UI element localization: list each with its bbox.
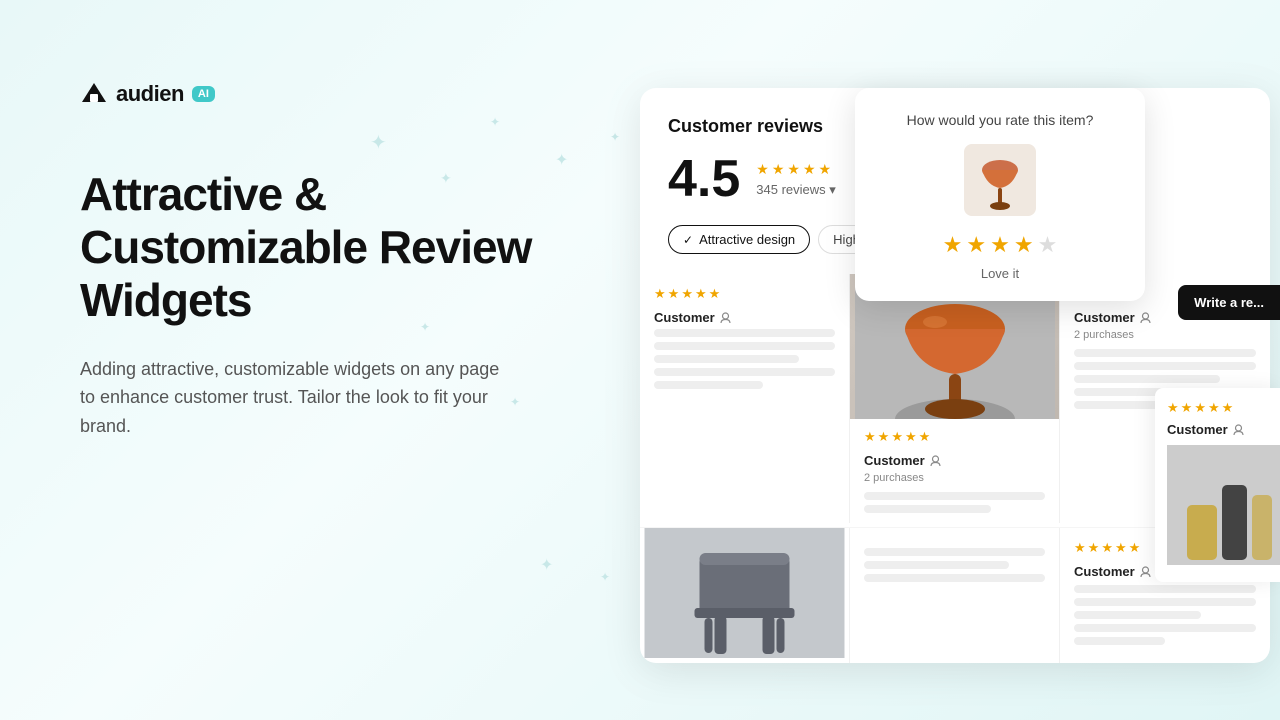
overflow-stars: ★ ★ ★ ★ ★: [1167, 400, 1268, 416]
widget-stars: ★ ★ ★ ★ ★: [756, 161, 836, 178]
verified-user-icon-6: [1139, 565, 1152, 578]
overflow-reviewer-name: Customer: [1167, 422, 1268, 437]
verified-user-icon: [719, 311, 732, 324]
review-2-content: ★ ★ ★ ★ ★ Customer 2 purchases: [850, 419, 1059, 523]
rating-big-number: 4.5: [668, 153, 740, 205]
review-2-sub: 2 purchases: [864, 472, 1045, 484]
hero-description: Adding attractive, customizable widgets …: [80, 355, 500, 441]
review-2-text: [864, 492, 1045, 513]
widget-star-5: ★: [819, 161, 832, 178]
review-2-stars: ★ ★ ★ ★ ★: [864, 429, 1045, 445]
review-1-stars: ★ ★ ★ ★ ★: [654, 286, 835, 302]
widget-star-1: ★: [756, 161, 769, 178]
logo: audien AI: [80, 80, 580, 108]
product-image-popup: [964, 144, 1036, 216]
review-2-name: Customer: [864, 453, 1045, 468]
star-1[interactable]: ★: [943, 232, 963, 258]
review-item-1: ★ ★ ★ ★ ★ Customer: [640, 274, 850, 523]
verified-user-icon-2: [929, 454, 942, 467]
rating-stars-popup[interactable]: ★ ★ ★ ★ ★: [875, 232, 1125, 258]
hero-title: Attractive & Customizable Review Widgets: [80, 168, 580, 327]
review-item-5: [850, 528, 1060, 663]
star-3[interactable]: ★: [990, 232, 1010, 258]
hero-section: audien AI Attractive & Customizable Revi…: [80, 80, 580, 441]
overflow-user-icon: [1232, 423, 1245, 436]
review-1-text: [654, 329, 835, 389]
logo-icon: [80, 80, 108, 108]
review-count[interactable]: 345 reviews ▾: [756, 182, 836, 198]
widget-star-3: ★: [787, 161, 800, 178]
star-2[interactable]: ★: [966, 232, 986, 258]
logo-text: audien: [116, 81, 184, 107]
widget-star-2: ★: [772, 161, 785, 178]
review-item-4: [640, 528, 850, 663]
rate-popup: How would you rate this item? ★ ★ ★ ★ ★ …: [855, 88, 1145, 301]
widget-star-4: ★: [803, 161, 816, 178]
lamp-illustration: [975, 148, 1025, 213]
filter-attractive[interactable]: Attractive design: [668, 225, 810, 254]
review-item-2: ★ ★ ★ ★ ★ Customer 2 purchases: [850, 274, 1060, 523]
rating-detail: ★ ★ ★ ★ ★ 345 reviews ▾: [756, 161, 836, 198]
star-4[interactable]: ★: [1014, 232, 1034, 258]
chair-photo: [640, 528, 849, 658]
overflow-product-img: [1167, 445, 1280, 565]
review-6-text: [1074, 585, 1256, 645]
star-5[interactable]: ★: [1038, 232, 1058, 258]
review-5-text: [864, 548, 1045, 582]
right-overflow-panel: ★ ★ ★ ★ ★ Customer: [1155, 388, 1280, 582]
review-1-name: Customer: [654, 310, 835, 325]
rate-popup-label: Love it: [875, 266, 1125, 281]
review-4-image: [640, 528, 849, 663]
logo-badge: AI: [192, 86, 215, 102]
overflow-image: [1167, 445, 1268, 570]
rate-popup-title: How would you rate this item?: [875, 112, 1125, 128]
write-review-button[interactable]: Write a re...: [1178, 285, 1280, 320]
review-3-sub: 2 purchases: [1074, 329, 1256, 341]
verified-user-icon-3: [1139, 311, 1152, 324]
